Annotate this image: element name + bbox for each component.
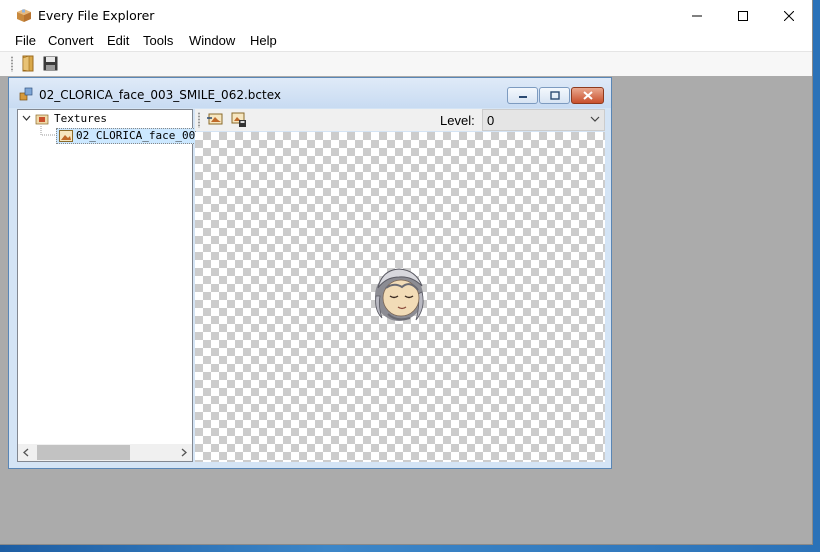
menu-edit[interactable]: Edit <box>107 33 129 48</box>
close-button[interactable] <box>766 0 812 31</box>
scrollbar-thumb[interactable] <box>37 445 130 460</box>
level-label: Level: <box>440 113 475 128</box>
image-icon <box>59 130 73 142</box>
menu-file[interactable]: File <box>15 33 36 48</box>
menu-bar: File Convert Edit Tools Window Help <box>0 31 812 51</box>
character-face-texture <box>375 268 424 321</box>
level-value: 0 <box>487 113 495 128</box>
menu-tools[interactable]: Tools <box>143 33 173 48</box>
app-title: Every File Explorer <box>38 8 155 23</box>
menu-convert[interactable]: Convert <box>48 33 94 48</box>
texture-window: 02_CLORICA_face_003_SMILE_062.bctex Text… <box>8 77 612 469</box>
toolbar-grip[interactable] <box>11 56 13 72</box>
toolbar <box>0 51 812 77</box>
child-window-title: 02_CLORICA_face_003_SMILE_062.bctex <box>39 88 281 102</box>
maximize-icon <box>738 10 748 21</box>
textures-folder-icon <box>35 114 49 125</box>
tree-node-texture-item[interactable]: 02_CLORICA_face_003 <box>56 128 196 144</box>
menu-help[interactable]: Help <box>250 33 277 48</box>
tree-child-label: 02_CLORICA_face_003 <box>76 129 196 142</box>
tree-horizontal-scrollbar[interactable] <box>18 444 192 461</box>
close-icon <box>784 10 794 21</box>
export-image-icon[interactable] <box>231 112 247 127</box>
level-dropdown[interactable]: 0 <box>482 109 605 131</box>
scroll-right-icon[interactable] <box>181 448 187 457</box>
child-title-bar[interactable]: 02_CLORICA_face_003_SMILE_062.bctex <box>9 78 611 108</box>
tree-root-label: Textures <box>54 112 107 125</box>
scroll-left-icon[interactable] <box>23 448 29 457</box>
import-image-icon[interactable] <box>207 112 223 126</box>
open-icon[interactable] <box>20 55 36 72</box>
texture-file-icon <box>19 87 33 101</box>
image-toolbar: Level: 0 <box>195 109 605 131</box>
child-minimize-button[interactable] <box>507 87 538 104</box>
child-close-button[interactable] <box>571 87 604 104</box>
minimize-icon <box>518 95 527 98</box>
restore-icon <box>549 91 560 100</box>
tree-connector-line <box>40 126 55 136</box>
menu-window[interactable]: Window <box>189 33 235 48</box>
maximize-button[interactable] <box>720 0 766 31</box>
child-restore-button[interactable] <box>539 87 570 104</box>
close-icon <box>582 91 593 100</box>
chevron-down-icon <box>590 116 600 122</box>
chevron-down-icon[interactable] <box>22 114 31 123</box>
app-box-icon <box>17 9 31 22</box>
minimize-icon <box>692 15 702 16</box>
texture-tree[interactable]: Textures 02_CLORICA_face_003 <box>17 109 196 462</box>
image-toolbar-grip[interactable] <box>198 112 200 128</box>
title-bar[interactable]: Every File Explorer <box>0 0 812 31</box>
texture-preview-canvas[interactable] <box>195 132 605 462</box>
app-window: Every File Explorer File Convert Edit To… <box>0 0 812 544</box>
save-icon[interactable] <box>43 56 58 71</box>
minimize-button[interactable] <box>674 0 720 31</box>
